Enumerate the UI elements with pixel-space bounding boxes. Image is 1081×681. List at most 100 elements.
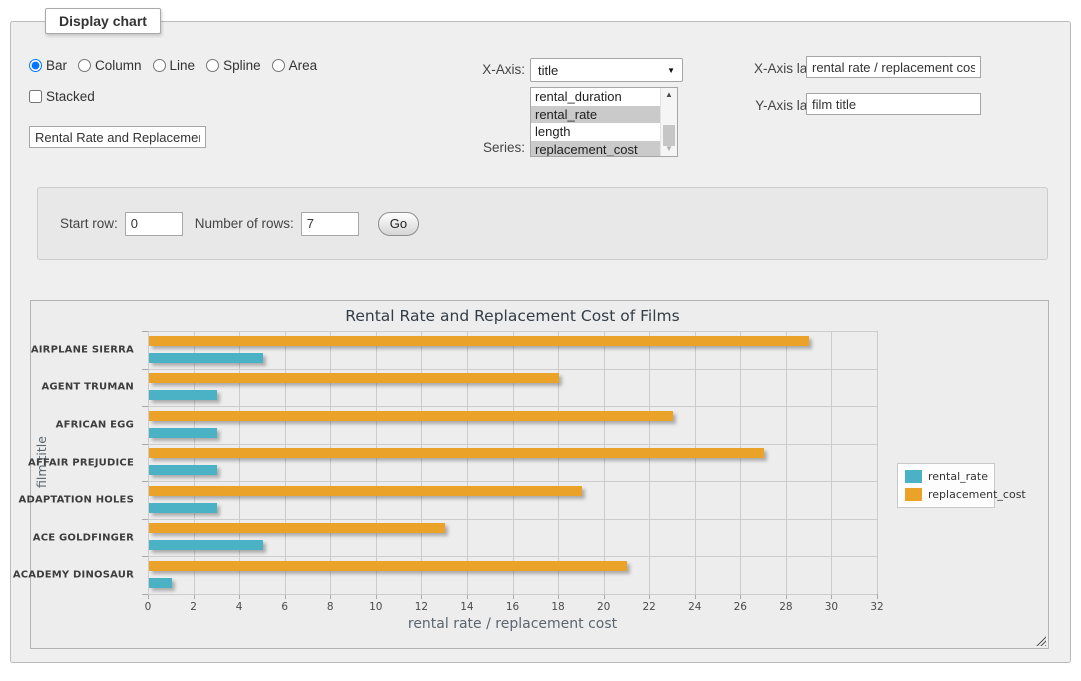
chart-type-option-area[interactable]: Area: [272, 58, 318, 73]
series-option-rental_duration[interactable]: rental_duration: [531, 88, 660, 106]
series-label: Series:: [462, 140, 525, 155]
gridline-vertical: [376, 331, 377, 594]
series-scrollbar[interactable]: ▲ ▼: [660, 88, 677, 156]
x-tick-label: 2: [190, 601, 197, 613]
gridline-vertical: [513, 331, 514, 594]
num-rows-input[interactable]: [301, 212, 359, 236]
chart-container: Rental Rate and Replacement Cost of Film…: [30, 300, 1049, 649]
chart-title-input[interactable]: [29, 126, 206, 148]
x-tick-label: 28: [779, 601, 792, 613]
x-tick-label: 26: [734, 601, 747, 613]
bar-replacement_cost-4: [149, 486, 582, 496]
x-tick-label: 8: [327, 601, 334, 613]
x-tick-labels: 02468101214161820222426283032: [148, 594, 877, 610]
chart-legend: rental_rate replacement_cost: [897, 463, 995, 508]
chart-controls: BarColumnLineSplineArea Stacked X-Axis: …: [29, 34, 1052, 166]
stacked-row: Stacked: [29, 89, 106, 108]
gridline-vertical: [649, 331, 650, 594]
start-row-label: Start row:: [60, 216, 118, 231]
gridline-vertical: [239, 331, 240, 594]
bar-rental_rate-0: [149, 353, 263, 363]
chart-type-radio-line[interactable]: [153, 59, 166, 72]
x-axis-title: rental rate / replacement cost: [148, 616, 877, 632]
gridline-vertical: [604, 331, 605, 594]
bar-rental_rate-3: [149, 465, 217, 475]
series-option-length[interactable]: length: [531, 123, 660, 141]
y-category-label: AGENT TRUMAN: [41, 382, 134, 393]
gridline-vertical: [285, 331, 286, 594]
stacked-checkbox[interactable]: [29, 90, 42, 103]
chart-type-radio-spline[interactable]: [206, 59, 219, 72]
stacked-label: Stacked: [46, 89, 95, 104]
y-category-label: ACADEMY DINOSAUR: [13, 570, 134, 581]
legend-swatch-rental_rate: [905, 470, 922, 483]
x-tick-label: 4: [236, 601, 243, 613]
x-tick-label: 16: [506, 601, 519, 613]
x-tick-mark: [877, 594, 878, 599]
y-tick-mark: [142, 369, 148, 370]
y-category-labels: AIRPLANE SIERRAAGENT TRUMANAFRICAN EGGAF…: [31, 331, 141, 594]
series-listbox[interactable]: rental_durationrental_ratelengthreplacem…: [530, 87, 678, 157]
y-category-label: AFFAIR PREJUDICE: [28, 457, 134, 468]
start-row-input[interactable]: [125, 212, 183, 236]
x-axis-select[interactable]: title ▼: [530, 58, 683, 82]
gridline-vertical: [467, 331, 468, 594]
chart-type-option-column[interactable]: Column: [78, 58, 142, 73]
gridline-vertical: [831, 331, 832, 594]
chart-type-option-bar[interactable]: Bar: [29, 58, 67, 73]
series-option-rental_rate[interactable]: rental_rate: [531, 106, 660, 124]
x-tick-label: 6: [281, 601, 288, 613]
bar-replacement_cost-6: [149, 561, 627, 571]
gridline-horizontal: [148, 406, 877, 407]
y-tick-mark: [142, 556, 148, 557]
y-axis-label-input[interactable]: [806, 93, 981, 115]
y-category-label: ADAPTATION HOLES: [19, 495, 135, 506]
stacked-option[interactable]: Stacked: [29, 89, 95, 104]
legend-swatch-replacement_cost: [905, 488, 922, 501]
y-tick-mark: [142, 519, 148, 520]
y-tick-mark: [142, 481, 148, 482]
chart-type-label-line: Line: [170, 58, 196, 73]
gridline-horizontal: [148, 369, 877, 370]
x-tick-label: 32: [870, 601, 883, 613]
legend-label-replacement_cost: replacement_cost: [928, 488, 1026, 501]
x-axis-label-input[interactable]: [806, 56, 981, 78]
gridline-horizontal: [148, 481, 877, 482]
chart-type-radio-area[interactable]: [272, 59, 285, 72]
bar-rental_rate-5: [149, 540, 263, 550]
chart-type-radio-column[interactable]: [78, 59, 91, 72]
legend-item-replacement_cost: replacement_cost: [905, 488, 987, 501]
gridline-vertical: [421, 331, 422, 594]
chart-type-option-spline[interactable]: Spline: [206, 58, 261, 73]
gridline-horizontal: [148, 556, 877, 557]
legend-item-rental_rate: rental_rate: [905, 470, 987, 483]
gridline-horizontal: [148, 444, 877, 445]
panel-legend: Display chart: [45, 8, 161, 34]
bar-rental_rate-4: [149, 503, 217, 513]
chart-type-option-line[interactable]: Line: [153, 58, 196, 73]
gridline-vertical: [148, 331, 149, 594]
gridline-vertical: [194, 331, 195, 594]
x-tick-label: 14: [460, 601, 473, 613]
chart-title: Rental Rate and Replacement Cost of Film…: [148, 307, 877, 325]
chart-type-label-column: Column: [95, 58, 142, 73]
bar-replacement_cost-1: [149, 373, 559, 383]
y-tick-mark: [142, 444, 148, 445]
bar-replacement_cost-5: [149, 523, 445, 533]
x-tick-label: 24: [688, 601, 701, 613]
x-tick-label: 12: [415, 601, 428, 613]
bar-rental_rate-2: [149, 428, 217, 438]
resize-handle[interactable]: [1034, 634, 1046, 646]
scroll-up-icon[interactable]: ▲: [661, 88, 677, 102]
y-category-label: ACE GOLDFINGER: [33, 532, 134, 543]
x-tick-label: 0: [145, 601, 152, 613]
x-axis-select-value: title: [538, 63, 558, 78]
gridline-vertical: [740, 331, 741, 594]
scroll-down-icon[interactable]: ▼: [661, 142, 677, 156]
gridline-vertical: [330, 331, 331, 594]
y-category-label: AIRPLANE SIERRA: [31, 344, 134, 355]
chart-type-radio-bar[interactable]: [29, 59, 42, 72]
gridline-vertical: [558, 331, 559, 594]
series-option-replacement_cost[interactable]: replacement_cost: [531, 141, 660, 157]
go-button[interactable]: Go: [378, 212, 419, 236]
